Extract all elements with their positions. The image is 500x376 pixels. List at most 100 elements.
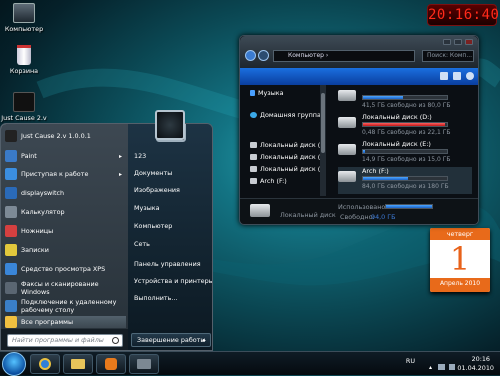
- program-item[interactable]: displayswitch: [5, 185, 126, 201]
- program-icon: [5, 244, 17, 256]
- program-item[interactable]: Калькулятор: [5, 204, 126, 220]
- start-link[interactable]: Устройства и принтеры: [134, 277, 212, 285]
- start-menu: Just Cause 2.v 1.0.0.1 Paint ▸ Приступая к …: [0, 123, 213, 351]
- program-item[interactable]: Средство просмотра XPS: [5, 261, 126, 277]
- program-item[interactable]: Приступая к работе ▸: [5, 166, 126, 182]
- program-label: Все программы: [21, 318, 74, 326]
- taskbar-media-player-button[interactable]: [96, 354, 126, 374]
- shutdown-button[interactable]: Завершение работы ▸: [131, 333, 211, 347]
- program-label: displayswitch: [21, 189, 65, 197]
- media-player-icon: [105, 358, 117, 370]
- back-arrow-icon[interactable]: [245, 50, 256, 61]
- nav-item-drive-e[interactable]: Локальный диск (E: [250, 165, 324, 173]
- program-icon: [5, 168, 17, 180]
- program-icon: [5, 316, 17, 328]
- drive-icon: [250, 142, 257, 148]
- drives-list: 41,5 ГБ свободно из 80,0 ГБ Локальный ди…: [330, 85, 478, 196]
- user-picture[interactable]: [155, 110, 185, 140]
- clock-gadget: 20:16:40: [427, 4, 499, 26]
- start-link[interactable]: Музыка: [134, 204, 160, 212]
- explorer-search-input[interactable]: Поиск: Комп...: [422, 50, 474, 62]
- explorer-toolbar: [240, 68, 478, 85]
- explorer-window: Компьютер › Поиск: Комп... Музыка Домашн…: [239, 35, 479, 225]
- program-label: Подключение к удаленному рабочему столу: [21, 298, 117, 314]
- taskbar: RU ▴ 20:16 01.04.2010: [0, 351, 500, 376]
- taskbar-computer-button[interactable]: [129, 354, 159, 374]
- program-item[interactable]: Записки: [5, 242, 126, 258]
- language-indicator[interactable]: RU: [406, 357, 415, 365]
- nav-item-drive-f[interactable]: Arch (F:): [250, 177, 287, 185]
- drive-item-d[interactable]: Локальный диск (D:) 0,48 ГБ свободно из 2…: [338, 113, 472, 140]
- start-link[interactable]: Выполнить...: [134, 294, 178, 302]
- shutdown-arrow-icon[interactable]: ▸: [203, 334, 206, 346]
- nav-item-homegroup[interactable]: Домашняя группа: [250, 111, 321, 119]
- nav-scrollbar[interactable]: [320, 85, 326, 196]
- start-link[interactable]: Панель управления: [134, 260, 201, 268]
- preview-pane-icon[interactable]: [453, 72, 461, 80]
- details-used-label: Использовано:: [338, 203, 388, 211]
- start-link[interactable]: Документы: [134, 169, 172, 177]
- nav-item-drive-d[interactable]: Локальный диск (D: [250, 153, 325, 161]
- desktop-icon-recycle-bin[interactable]: Корзина: [0, 45, 50, 75]
- drive-icon: [250, 166, 257, 172]
- minimize-button[interactable]: [443, 39, 451, 45]
- start-menu-places: 123 Документы Изображения Музыка Компьютер Се…: [128, 124, 212, 350]
- start-search-input[interactable]: Найти программы и файлы: [7, 334, 123, 347]
- volume-icon[interactable]: [449, 364, 455, 370]
- recycle-bin-icon: [17, 45, 31, 65]
- program-label: Paint: [21, 152, 37, 160]
- taskbar-ie-button[interactable]: [30, 354, 60, 374]
- taskbar-date[interactable]: 01.04.2010: [457, 364, 494, 372]
- folder-icon: [71, 359, 85, 369]
- calendar-weekday: четверг: [430, 228, 490, 240]
- program-label: Факсы и сканирование Windows: [21, 280, 99, 296]
- maximize-button[interactable]: [454, 39, 462, 45]
- drive-usage-bar: [362, 122, 448, 127]
- music-note-icon: [250, 90, 255, 96]
- drive-icon: [250, 154, 257, 160]
- view-options-icon[interactable]: [440, 72, 448, 80]
- close-button[interactable]: [465, 39, 473, 45]
- drive-item-f[interactable]: Arch (F:) 84,0 ГБ свободно из 180 ГБ: [338, 167, 472, 194]
- start-link[interactable]: Компьютер: [134, 222, 172, 230]
- desktop-icon-computer[interactable]: Компьютер: [0, 3, 50, 33]
- submenu-arrow-icon: ▸: [118, 152, 122, 160]
- program-item[interactable]: Just Cause 2.v 1.0.0.1: [5, 128, 126, 144]
- computer-icon: [13, 3, 35, 23]
- start-link[interactable]: Изображения: [134, 186, 180, 194]
- program-icon: [5, 206, 17, 218]
- network-icon[interactable]: [438, 364, 445, 370]
- nav-item-drive-c[interactable]: Локальный диск (C: [250, 141, 325, 149]
- program-label: Приступая к работе: [21, 170, 89, 178]
- usage-fill: [363, 150, 365, 153]
- program-item[interactable]: Факсы и сканирование Windows: [5, 280, 126, 296]
- taskbar-time[interactable]: 20:16: [472, 355, 490, 363]
- program-item[interactable]: Ножницы: [5, 223, 126, 239]
- calendar-day: 1: [449, 240, 471, 278]
- drive-item-e[interactable]: Локальный диск (E:) 14,9 ГБ свободно из 1…: [338, 140, 472, 167]
- program-label: Just Cause 2.v 1.0.0.1: [21, 132, 91, 140]
- tray-arrow-icon[interactable]: ▴: [429, 364, 432, 371]
- hard-drive-icon: [338, 117, 356, 128]
- homegroup-icon: [250, 112, 257, 118]
- start-button[interactable]: [2, 352, 26, 376]
- address-bar[interactable]: Компьютер ›: [273, 50, 415, 62]
- submenu-arrow-icon: ▸: [118, 170, 122, 178]
- program-item[interactable]: Paint ▸: [5, 148, 126, 164]
- program-item[interactable]: Подключение к удаленному рабочему столу: [5, 296, 126, 316]
- program-icon: [5, 282, 17, 294]
- hard-drive-icon: [250, 204, 270, 217]
- forward-arrow-icon[interactable]: [258, 50, 269, 61]
- taskbar-explorer-button[interactable]: [63, 354, 93, 374]
- help-icon[interactable]: [466, 72, 474, 80]
- explorer-titlebar: Компьютер › Поиск: Комп...: [240, 36, 478, 68]
- program-item[interactable]: Все программы: [5, 316, 126, 328]
- start-link[interactable]: 123: [134, 152, 146, 160]
- nav-item-music[interactable]: Музыка: [250, 89, 284, 97]
- drive-item-c[interactable]: 41,5 ГБ свободно из 80,0 ГБ: [338, 86, 472, 113]
- start-link[interactable]: Сеть: [134, 240, 150, 248]
- start-menu-programs: Just Cause 2.v 1.0.0.1 Paint ▸ Приступая к …: [1, 124, 128, 350]
- scrollbar-thumb[interactable]: [321, 93, 325, 153]
- program-icon: [5, 150, 17, 162]
- details-usage-bar: [385, 204, 433, 209]
